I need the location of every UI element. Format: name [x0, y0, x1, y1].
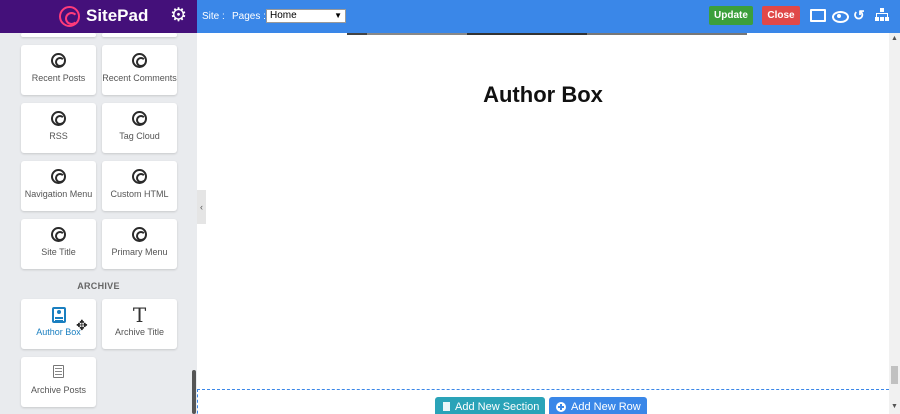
editor-toolbar: Site : Pages : Home ▼ Update Close ↺	[197, 0, 900, 33]
page-canvas[interactable]: Author Box Add New Section Add New Row	[197, 33, 889, 414]
sidebar-scrollbar[interactable]	[192, 370, 196, 414]
sitepad-widget-icon	[132, 111, 147, 126]
widget-recent-comments[interactable]: Recent Comments	[102, 45, 177, 95]
scroll-down-arrow-icon[interactable]: ▼	[891, 403, 898, 410]
brand-name: SitePad	[86, 6, 149, 25]
history-icon[interactable]: ↺	[853, 7, 869, 23]
sitepad-editor: SitePad ⚙ Recent Posts Recent Comments R…	[0, 0, 900, 414]
close-button[interactable]: Close	[762, 6, 800, 25]
document-icon	[443, 402, 450, 411]
pages-select[interactable]: Home ▼	[266, 9, 346, 23]
text-t-icon: T	[132, 303, 147, 327]
widget-navigation-menu[interactable]: Navigation Menu	[21, 161, 96, 211]
preview-eye-icon[interactable]	[831, 7, 849, 23]
move-cursor-icon: ✥	[76, 317, 88, 333]
canvas-scrollbar[interactable]: ▲ ▼	[889, 33, 900, 414]
widget-sidebar: SitePad ⚙ Recent Posts Recent Comments R…	[0, 0, 197, 414]
plus-circle-icon	[556, 402, 566, 412]
add-new-row-button[interactable]: Add New Row	[549, 397, 647, 414]
sitepad-widget-icon	[132, 227, 147, 242]
widget-label: Archive Title	[114, 327, 165, 337]
sitepad-widget-icon	[132, 169, 147, 184]
sitepad-widget-icon	[51, 169, 66, 184]
previous-section-edge	[347, 33, 747, 35]
site-label: Site :	[202, 11, 225, 22]
widget-card-cut[interactable]	[102, 33, 177, 37]
widget-list[interactable]: Recent Posts Recent Comments RSS Tag Clo…	[0, 33, 197, 414]
widget-archive-title[interactable]: T Archive Title	[102, 299, 177, 349]
settings-gear-icon[interactable]: ⚙	[170, 6, 187, 26]
widget-custom-html[interactable]: Custom HTML	[102, 161, 177, 211]
widget-label: Recent Comments	[102, 73, 177, 83]
widget-label: Archive Posts	[30, 385, 87, 395]
widget-recent-posts[interactable]: Recent Posts	[21, 45, 96, 95]
add-new-section-label: Add New Section	[455, 401, 540, 413]
sitepad-widget-icon	[51, 227, 66, 242]
widget-author-box[interactable]: Author Box ✥	[21, 299, 96, 349]
dropdown-arrow-icon: ▼	[334, 11, 342, 20]
widget-label: Custom HTML	[110, 189, 169, 199]
sitemap-icon[interactable]	[874, 7, 890, 23]
posts-document-icon	[53, 365, 64, 378]
widget-label: RSS	[49, 131, 68, 141]
sitepad-widget-icon	[51, 111, 66, 126]
scrollbar-thumb[interactable]	[891, 366, 898, 384]
widget-label: Tag Cloud	[119, 131, 160, 141]
brand-bar: SitePad ⚙	[0, 0, 197, 33]
sitepad-logo-icon	[59, 6, 80, 27]
pages-label: Pages :	[232, 11, 266, 22]
widget-primary-menu[interactable]: Primary Menu	[102, 219, 177, 269]
archive-section-heading: ARCHIVE	[77, 281, 120, 291]
widget-site-title[interactable]: Site Title	[21, 219, 96, 269]
desktop-view-icon[interactable]	[809, 7, 826, 23]
pages-select-value: Home	[270, 10, 297, 21]
page-heading[interactable]: Author Box	[197, 82, 889, 108]
widget-label: Site Title	[41, 247, 76, 257]
widget-rss[interactable]: RSS	[21, 103, 96, 153]
scroll-up-arrow-icon[interactable]: ▲	[891, 35, 898, 42]
author-box-icon	[51, 307, 66, 323]
add-new-row-label: Add New Row	[571, 401, 641, 413]
widget-archive-posts[interactable]: Archive Posts	[21, 357, 96, 407]
add-new-section-button[interactable]: Add New Section	[435, 397, 545, 414]
widget-label: Recent Posts	[31, 73, 86, 83]
widget-card-cut[interactable]	[21, 33, 96, 37]
sidebar-collapse-handle[interactable]: ‹	[197, 190, 206, 224]
sitepad-widget-icon	[51, 53, 66, 68]
sitepad-widget-icon	[132, 53, 147, 68]
widget-label: Primary Menu	[111, 247, 168, 257]
widget-label: Navigation Menu	[24, 189, 93, 199]
widget-tag-cloud[interactable]: Tag Cloud	[102, 103, 177, 153]
update-button[interactable]: Update	[709, 6, 753, 25]
